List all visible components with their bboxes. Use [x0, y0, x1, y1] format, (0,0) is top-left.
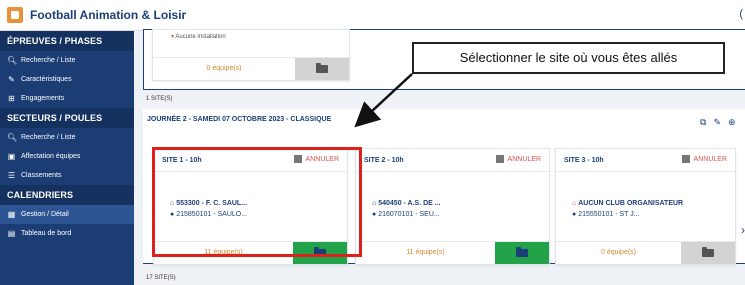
journee-toolbar: ⧉ ✎ ⊕ [700, 117, 736, 128]
sites-count: 1 SITE(S) [146, 96, 173, 102]
home-icon: ⌂ [372, 200, 377, 207]
journee-title: JOURNÉE 2 - SAMEDI 07 OCTOBRE 2023 - CLA… [147, 116, 332, 123]
top-bar: Football Animation & Loisir ( [0, 0, 745, 31]
card-header: SITE 3 - 10h ANNULER [556, 149, 735, 172]
list-icon: ☰ [7, 171, 16, 180]
teams-count: 11 équipe(s) [406, 249, 445, 256]
map-pin-icon: ● [372, 211, 377, 218]
sidebar-item-tableau-de-bord[interactable]: ▤ Tableau de bord [0, 224, 134, 243]
site-card-2[interactable]: SITE 2 - 10h ANNULER ⌂ 540450 - A.S. DE .… [355, 148, 550, 265]
copy-icon[interactable]: ⧉ [700, 117, 706, 128]
search-icon: 🔍︎ [7, 56, 18, 65]
edit-icon[interactable]: ✎ [713, 117, 721, 128]
teams-count: 0 équipe(s) [600, 249, 637, 256]
sidebar-section-secteurs: SECTEURS / POULES [0, 108, 134, 128]
cancel-button[interactable]: ANNULER [681, 155, 727, 163]
sidebar: ÉPREUVES / PHASES 🔍︎ Recherche / Liste ✎ C… [0, 31, 134, 285]
folder-icon [316, 63, 328, 73]
sidebar-item-gestion-detail[interactable]: ▦ Gestion / Détail [0, 205, 134, 224]
club-line: ⌂ 540450 - A.S. DE ... [372, 200, 441, 207]
folder-button[interactable] [681, 242, 735, 264]
no-installation-text: Aucune installation [175, 34, 226, 40]
club-line: ⌂ AUCUN CLUB ORGANISATEUR [572, 200, 683, 207]
sidebar-item-label: Gestion / Détail [21, 211, 69, 218]
location-name: 215550101 - ST J... [578, 211, 640, 218]
calendar-icon: ▦ [7, 210, 16, 219]
sidebar-item-epreuves-recherche[interactable]: 🔍︎ Recherche / Liste [0, 51, 134, 70]
pencil-icon: ✎ [8, 75, 15, 84]
site-label: SITE 3 - 10h [564, 157, 604, 164]
sidebar-item-secteurs-recherche[interactable]: 🔍︎ Recherche / Liste [0, 128, 134, 147]
location-name: 216070101 - SEU... [378, 211, 440, 218]
card-header: SITE 2 - 10h ANNULER [356, 149, 549, 172]
cancel-label: ANNULER [507, 155, 541, 163]
sidebar-item-classements[interactable]: ☰ Classements [0, 166, 134, 185]
document-icon: ▤ [7, 229, 16, 238]
folder-button[interactable] [495, 242, 549, 264]
home-icon: ⌂ [572, 200, 577, 207]
card-footer: 0 équipe(s) [556, 241, 735, 264]
sidebar-item-caracteristiques[interactable]: ✎ Caractéristiques [0, 70, 134, 89]
cancel-square-icon [495, 155, 504, 163]
sidebar-item-engagements[interactable]: ⊞ Engagements [0, 89, 134, 108]
warning-icon: ▾ [171, 34, 175, 40]
location-line: ● 216070101 - SEU... [372, 211, 440, 218]
map-pin-icon: ● [572, 211, 577, 218]
site-card-3[interactable]: SITE 3 - 10h ANNULER ⌂ AUCUN CLUB ORGANIS… [555, 148, 736, 265]
cancel-label: ANNULER [693, 155, 727, 163]
sites-count-2: 17 SITE(S) [146, 275, 176, 281]
header-user-icon[interactable]: ( [739, 8, 743, 20]
teams-count: 0 équipe(s) [206, 65, 242, 72]
site-label: SITE 2 - 10h [364, 157, 404, 164]
sidebar-item-affectation[interactable]: ▣ Affectation équipes [0, 147, 134, 166]
location-line: ● 215550101 - ST J... [572, 211, 640, 218]
card-footer: 11 équipe(s) [356, 241, 549, 264]
sidebar-item-label: Recherche / Liste [21, 57, 76, 64]
highlight-box [152, 147, 362, 257]
sidebar-item-label: Engagements [21, 95, 65, 102]
sidebar-item-label: Affectation équipes [21, 153, 81, 160]
club-name: 540450 - A.S. DE ... [378, 200, 441, 207]
sidebar-item-label: Tableau de bord [21, 230, 72, 237]
chevron-right-icon[interactable]: › [741, 223, 745, 237]
card-footer: 0 équipe(s) [153, 57, 349, 80]
previous-site-card[interactable]: ▾ Aucune installation 0 équipe(s) [152, 29, 350, 81]
club-name: AUCUN CLUB ORGANISATEUR [578, 200, 684, 207]
plus-box-icon: ⊞ [8, 94, 15, 103]
sidebar-item-label: Classements [21, 172, 62, 179]
sidebar-item-label: Caractéristiques [21, 76, 72, 83]
folder-icon [702, 247, 714, 257]
cancel-square-icon [681, 155, 690, 163]
folder-icon [516, 247, 528, 257]
folder-button[interactable] [295, 58, 349, 80]
app-logo-icon [7, 7, 23, 23]
team-icon: ▣ [7, 152, 16, 161]
sidebar-item-label: Recherche / Liste [21, 134, 76, 141]
add-icon[interactable]: ⊕ [728, 117, 736, 128]
sidebar-section-epreuves: ÉPREUVES / PHASES [0, 31, 134, 51]
app-title: Football Animation & Loisir [30, 8, 187, 22]
instruction-callout: Sélectionner le site où vous êtes allés [412, 42, 725, 74]
cancel-button[interactable]: ANNULER [495, 155, 541, 163]
sidebar-section-calendriers: CALENDRIERS [0, 185, 134, 205]
search-icon: 🔍︎ [7, 133, 18, 142]
